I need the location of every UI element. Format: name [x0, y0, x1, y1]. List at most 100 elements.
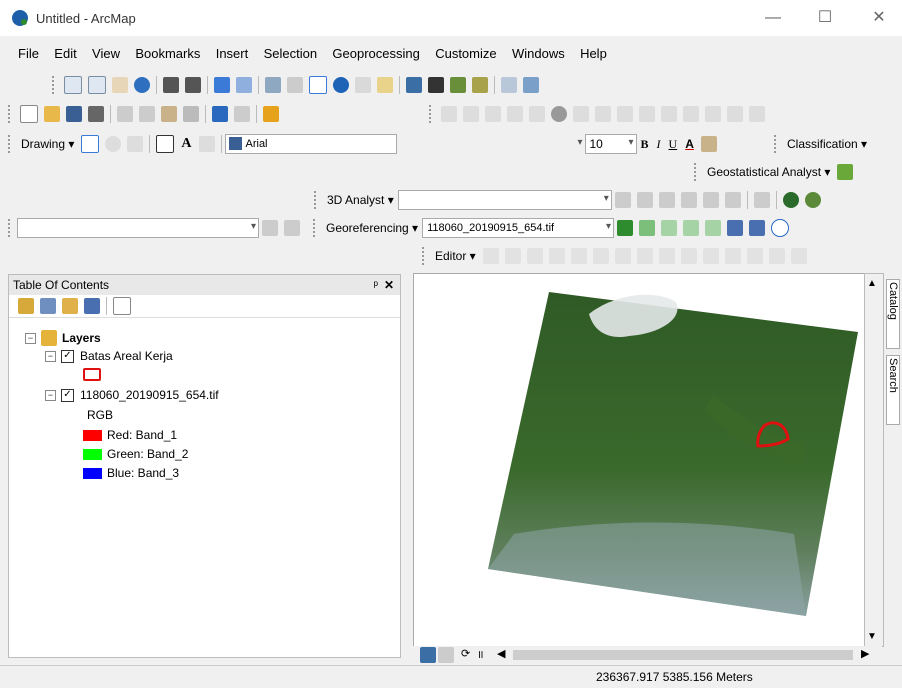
horizontal-scrollbar[interactable]: ⟳ ॥ ◀ ▶ — [413, 646, 882, 664]
tool-icon[interactable] — [753, 192, 770, 208]
tool-icon[interactable] — [617, 106, 633, 122]
cut-icon[interactable] — [117, 106, 133, 122]
tool-icon[interactable] — [639, 220, 656, 236]
toc-close-button[interactable]: ✕ — [384, 275, 394, 295]
georef-layer-combo[interactable]: 118060_20190915_654.tif ▾ — [422, 218, 615, 238]
tool-icon[interactable] — [636, 192, 653, 208]
editor-menu[interactable]: Editor ▾ — [431, 247, 480, 265]
map-view[interactable] — [413, 273, 866, 647]
menu-view[interactable]: View — [86, 43, 126, 64]
satellite-raster[interactable] — [414, 274, 865, 646]
tool-icon[interactable] — [482, 248, 499, 264]
tool-icon[interactable] — [570, 248, 587, 264]
create-viewer-icon[interactable] — [523, 77, 539, 93]
3d-analyst-menu[interactable]: 3D Analyst ▾ — [323, 191, 398, 209]
layers-row[interactable]: − Layers — [25, 330, 101, 346]
zoom-out-icon[interactable] — [88, 76, 106, 94]
close-button[interactable]: ✕ — [856, 6, 902, 30]
print-icon[interactable] — [88, 106, 104, 122]
scroll-up-arrow[interactable]: ▲ — [867, 278, 877, 289]
tool-icon[interactable] — [526, 248, 543, 264]
tool-icon[interactable] — [573, 106, 589, 122]
arcglobe-icon[interactable] — [804, 192, 821, 208]
save-icon[interactable] — [66, 106, 82, 122]
minimize-button[interactable]: — — [750, 6, 796, 30]
arcscene-icon[interactable] — [782, 192, 799, 208]
tool-icon[interactable] — [614, 192, 631, 208]
menu-edit[interactable]: Edit — [48, 43, 82, 64]
bold-button[interactable]: B — [637, 135, 653, 154]
open-icon[interactable] — [44, 106, 60, 122]
georeferencing-menu[interactable]: Georeferencing ▾ — [322, 219, 422, 237]
tool-icon[interactable] — [504, 248, 521, 264]
classification-menu[interactable]: Classification ▾ — [783, 135, 871, 153]
view-link-table-icon[interactable] — [727, 220, 744, 236]
tool-icon[interactable] — [592, 248, 609, 264]
zoom-whole-page-icon[interactable] — [127, 136, 144, 152]
list-by-drawing-order-icon[interactable] — [18, 298, 34, 314]
maximize-button[interactable]: ☐ — [802, 6, 848, 30]
tool-icon[interactable] — [463, 106, 479, 122]
redo-icon[interactable] — [234, 106, 250, 122]
tool-icon[interactable] — [790, 248, 807, 264]
font-color-button[interactable]: A — [681, 135, 698, 153]
collapse-icon[interactable]: − — [25, 332, 36, 344]
toolbar-grip[interactable] — [52, 76, 57, 94]
hyperlink-icon[interactable] — [355, 77, 371, 93]
fixed-zoom-out-icon[interactable] — [185, 77, 201, 93]
html-popup-icon[interactable] — [377, 77, 393, 93]
scroll-down-arrow[interactable]: ▼ — [867, 631, 877, 642]
list-by-selection-icon[interactable] — [84, 298, 100, 314]
blue-swatch[interactable] — [83, 467, 102, 479]
layer-row-batas[interactable]: − ✓ Batas Areal Kerja — [45, 349, 173, 363]
layer-visibility-checkbox[interactable]: ✓ — [61, 349, 74, 363]
spatial-layer-combo[interactable]: ▾ — [17, 218, 259, 238]
refresh-icon[interactable]: ⟳ — [461, 647, 470, 660]
search-tab[interactable]: Search — [886, 355, 900, 425]
tool-icon[interactable] — [749, 220, 766, 236]
rotate-tool-icon[interactable] — [771, 219, 790, 237]
tool-icon[interactable] — [441, 106, 457, 122]
3d-layer-combo[interactable]: ▾ — [397, 190, 612, 210]
fixed-zoom-in-icon[interactable] — [163, 77, 179, 93]
menu-file[interactable]: File — [12, 43, 45, 64]
tool-icon[interactable] — [551, 106, 567, 122]
copy-icon[interactable] — [139, 106, 155, 122]
tool-icon[interactable] — [724, 248, 741, 264]
fill-color-icon[interactable] — [700, 136, 717, 152]
full-extent-icon[interactable] — [134, 77, 150, 93]
green-swatch[interactable] — [83, 448, 102, 460]
scroll-right-arrow[interactable]: ▶ — [861, 647, 869, 660]
rotate-icon[interactable] — [105, 136, 122, 152]
callout-icon[interactable] — [198, 136, 215, 152]
forward-icon[interactable] — [236, 77, 252, 93]
font-size-combo[interactable]: 10 ▾ — [584, 134, 637, 154]
identify-icon[interactable] — [333, 77, 349, 93]
tool-icon[interactable] — [485, 106, 501, 122]
go-to-xy-icon[interactable] — [472, 77, 488, 93]
find-route-icon[interactable] — [450, 77, 466, 93]
polygon-symbol[interactable] — [83, 368, 101, 381]
add-control-points-icon[interactable] — [617, 220, 634, 236]
tool-icon[interactable] — [680, 248, 697, 264]
tool-icon[interactable] — [746, 248, 763, 264]
tool-icon[interactable] — [683, 220, 700, 236]
time-slider-icon[interactable] — [501, 77, 517, 93]
tool-icon[interactable] — [661, 106, 677, 122]
tool-icon[interactable] — [658, 248, 675, 264]
zoom-in-icon[interactable] — [64, 76, 82, 94]
data-view-icon[interactable] — [438, 647, 454, 663]
tool-icon[interactable] — [639, 106, 655, 122]
pin-icon[interactable]: ᵖ — [373, 275, 378, 295]
menu-windows[interactable]: Windows — [506, 43, 571, 64]
font-combo[interactable]: Arial — [224, 134, 397, 154]
list-by-visibility-icon[interactable] — [62, 298, 78, 314]
italic-button[interactable]: I — [653, 135, 665, 154]
menu-help[interactable]: Help — [574, 43, 613, 64]
clear-selection-icon[interactable] — [287, 77, 303, 93]
pan-icon[interactable] — [112, 77, 128, 93]
select-elements-icon[interactable] — [81, 135, 100, 153]
tool-icon[interactable] — [768, 248, 785, 264]
pause-icon[interactable]: ॥ — [477, 647, 484, 662]
drawing-menu[interactable]: Drawing ▾ — [17, 135, 78, 153]
